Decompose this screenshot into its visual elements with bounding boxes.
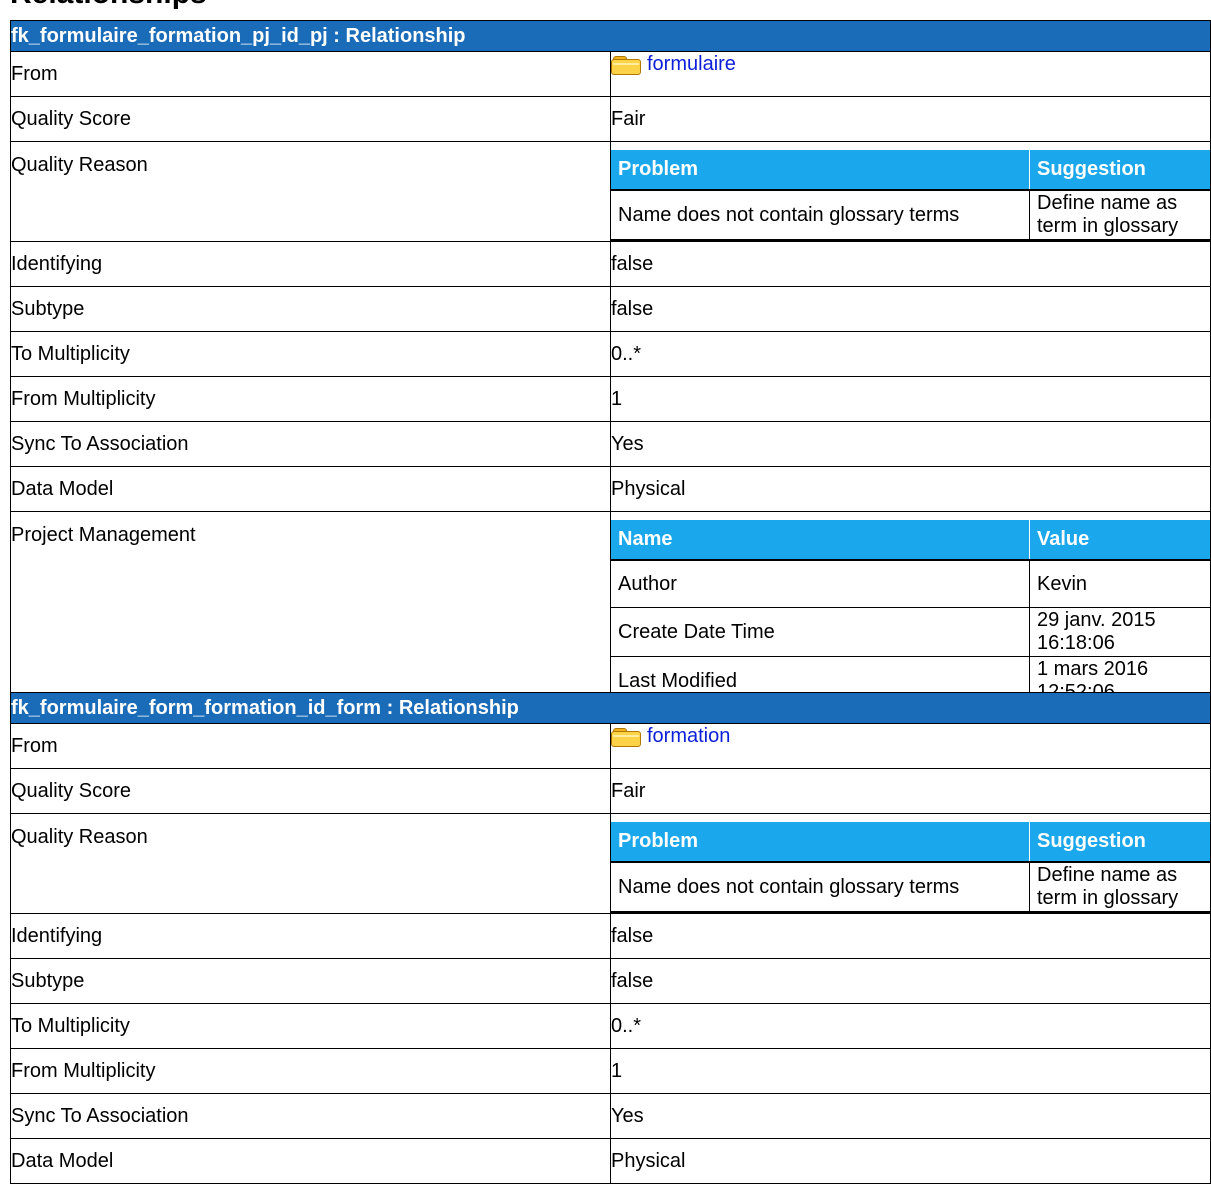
relationship-table: fk_formulaire_form_formation_id_form : R… — [10, 692, 1211, 1184]
pm-value-cell: 29 janv. 2015 16:18:06 — [1029, 607, 1210, 657]
to-multiplicity-row: To Multiplicity 0..* — [10, 331, 1211, 377]
from-row: From formation — [10, 723, 1211, 769]
relationship-title: fk_formulaire_formation_pj_id_pj : Relat… — [10, 20, 1211, 52]
quality-reason-table: Problem Suggestion Name does not contain… — [611, 814, 1210, 913]
quality-reason-row: Quality Reason Problem Suggestion Name d… — [10, 813, 1211, 914]
sync-label: Sync To Association — [10, 1093, 611, 1139]
quality-score-row: Quality Score Fair — [10, 96, 1211, 142]
quality-reason-label: Quality Reason — [10, 813, 611, 914]
folder-icon — [611, 728, 641, 747]
name-header: Name — [611, 512, 1030, 561]
from-multiplicity-row: From Multiplicity 1 — [10, 376, 1211, 422]
quality-score-row: Quality Score Fair — [10, 768, 1211, 814]
sync-value: Yes — [610, 1093, 1211, 1139]
subtype-row: Subtype false — [10, 286, 1211, 332]
project-management-row: Project Management Name Value Author Kev… — [10, 511, 1211, 708]
table-row: Name does not contain glossary terms Def… — [611, 190, 1210, 241]
from-multiplicity-value: 1 — [610, 376, 1211, 422]
from-entity-link[interactable]: formation — [647, 725, 730, 748]
to-multiplicity-label: To Multiplicity — [10, 331, 611, 377]
pm-name-cell: Author — [618, 572, 677, 595]
page-title: Relationships — [10, 0, 207, 10]
sync-row: Sync To Association Yes — [10, 421, 1211, 467]
project-management-label: Project Management — [10, 511, 611, 708]
relationship-section: fk_formulaire_form_formation_id_form : R… — [10, 692, 1211, 1184]
suggestion-cell: Define name as term in glossary — [1029, 190, 1210, 241]
from-label: From — [10, 51, 611, 97]
problem-cell: Name does not contain glossary terms — [611, 862, 1030, 913]
data-model-value: Physical — [610, 466, 1211, 512]
identifying-value: false — [610, 913, 1211, 959]
to-multiplicity-value: 0..* — [610, 1003, 1211, 1049]
identifying-label: Identifying — [10, 913, 611, 959]
identifying-row: Identifying false — [10, 913, 1211, 959]
identifying-label: Identifying — [10, 241, 611, 287]
project-management-table: Name Value Author Kevin Create Date Time… — [611, 512, 1210, 707]
subtype-label: Subtype — [10, 958, 611, 1004]
relationship-section: fk_formulaire_formation_pj_id_pj : Relat… — [10, 20, 1211, 708]
quality-score-value: Fair — [610, 96, 1211, 142]
subtype-value: false — [610, 958, 1211, 1004]
folder-icon — [611, 56, 641, 75]
relationship-title: fk_formulaire_form_formation_id_form : R… — [10, 692, 1211, 724]
quality-score-value: Fair — [610, 768, 1211, 814]
problem-header: Problem — [611, 814, 1030, 863]
subtype-row: Subtype false — [10, 958, 1211, 1004]
table-row: Author Kevin — [611, 560, 1210, 608]
suggestion-header: Suggestion — [1029, 142, 1210, 191]
suggestion-header: Suggestion — [1029, 814, 1210, 863]
to-multiplicity-label: To Multiplicity — [10, 1003, 611, 1049]
to-multiplicity-value: 0..* — [610, 331, 1211, 377]
data-model-row: Data Model Physical — [10, 1138, 1211, 1184]
from-multiplicity-value: 1 — [610, 1048, 1211, 1094]
relationship-table: fk_formulaire_formation_pj_id_pj : Relat… — [10, 20, 1211, 708]
from-multiplicity-row: From Multiplicity 1 — [10, 1048, 1211, 1094]
problem-header: Problem — [611, 142, 1030, 191]
identifying-row: Identifying false — [10, 241, 1211, 287]
value-header: Value — [1029, 512, 1210, 561]
from-row: From formulaire — [10, 51, 1211, 97]
table-row: Create Date Time 29 janv. 2015 16:18:06 — [611, 607, 1210, 657]
from-multiplicity-label: From Multiplicity — [10, 1048, 611, 1094]
sync-value: Yes — [610, 421, 1211, 467]
to-multiplicity-row: To Multiplicity 0..* — [10, 1003, 1211, 1049]
subtype-value: false — [610, 286, 1211, 332]
quality-reason-table: Problem Suggestion Name does not contain… — [611, 142, 1210, 241]
sync-row: Sync To Association Yes — [10, 1093, 1211, 1139]
pm-value-cell: Kevin — [1029, 560, 1210, 608]
identifying-value: false — [610, 241, 1211, 287]
sync-label: Sync To Association — [10, 421, 611, 467]
quality-reason-label: Quality Reason — [10, 141, 611, 242]
problem-cell: Name does not contain glossary terms — [611, 190, 1030, 241]
data-model-label: Data Model — [10, 466, 611, 512]
table-row: Name does not contain glossary terms Def… — [611, 862, 1210, 913]
quality-score-label: Quality Score — [10, 96, 611, 142]
from-label: From — [10, 723, 611, 769]
suggestion-cell: Define name as term in glossary — [1029, 862, 1210, 913]
subtype-label: Subtype — [10, 286, 611, 332]
from-multiplicity-label: From Multiplicity — [10, 376, 611, 422]
quality-score-label: Quality Score — [10, 768, 611, 814]
from-entity-link[interactable]: formulaire — [647, 53, 736, 76]
quality-reason-row: Quality Reason Problem Suggestion Name d… — [10, 141, 1211, 242]
data-model-value: Physical — [610, 1138, 1211, 1184]
pm-name-cell: Create Date Time — [611, 607, 1030, 657]
data-model-row: Data Model Physical — [10, 466, 1211, 512]
data-model-label: Data Model — [10, 1138, 611, 1184]
